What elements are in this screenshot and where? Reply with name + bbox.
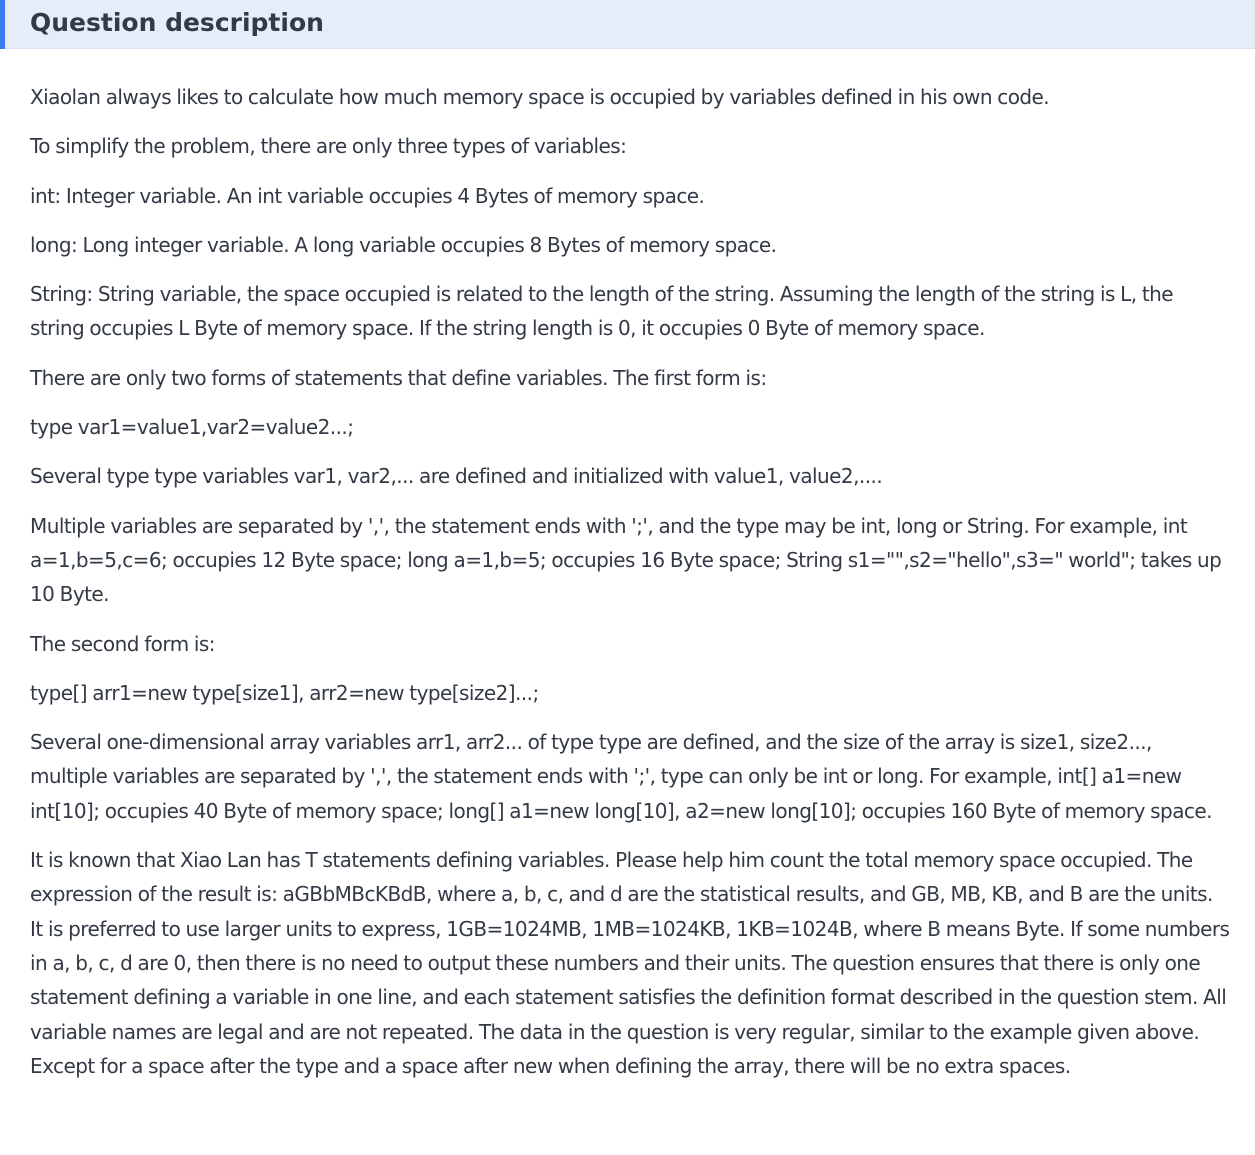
header-accent-bar [0, 0, 5, 49]
paragraph-intro: Xiaolan always likes to calculate how mu… [30, 85, 1050, 109]
paragraph-second-form-desc: Several one-dimensional array variables … [30, 730, 1212, 823]
paragraph-int-type: int: Integer variable. An int variable o… [30, 183, 705, 208]
paragraph-forms-intro: There are only two forms of statements t… [30, 365, 767, 390]
paragraph-second-form-intro: The second form is: [30, 631, 216, 656]
paragraph-task: It is known that Xiao Lan has T statemen… [30, 848, 1230, 1078]
paragraph-string-type: String: String variable, the space occup… [30, 282, 1174, 341]
paragraph-long-type: long: Long integer variable. A long vari… [30, 232, 777, 257]
paragraph-types-intro: To simplify the problem, there are only … [30, 134, 627, 159]
paragraph-first-form-desc: Several type type variables var1, var2,.… [30, 464, 883, 489]
paragraph-second-form-syntax: type[] arr1=new type[size1], arr2=new ty… [30, 680, 539, 705]
paragraph-first-form-example: Multiple variables are separated by ',',… [30, 513, 1222, 607]
section-title: Question description [30, 8, 324, 37]
paragraph-first-form-syntax: type var1=value1,var2=value2...; [30, 415, 354, 440]
section-header: Question description [0, 0, 1255, 49]
question-description-body: Xiaolan always likes to calculate how mu… [30, 80, 1230, 1098]
